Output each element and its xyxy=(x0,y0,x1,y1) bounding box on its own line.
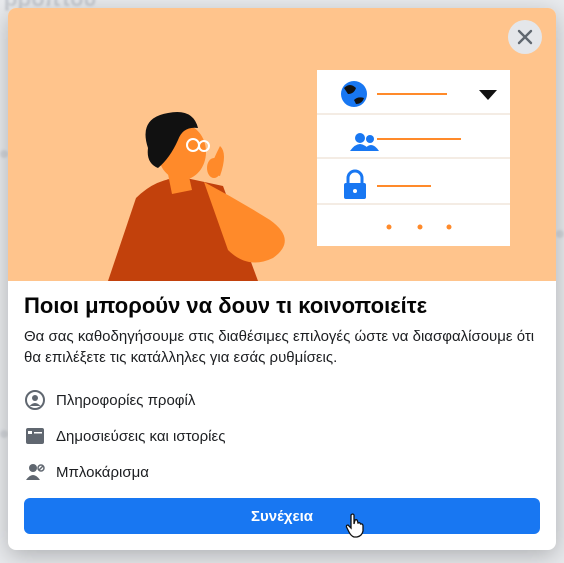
person-illustration xyxy=(108,112,285,281)
profile-icon xyxy=(24,389,46,411)
blocking-icon xyxy=(24,461,46,483)
background-fragment xyxy=(556,230,564,238)
dialog-title: Ποιοι μπορούν να δουν τι κοινοποιείτε xyxy=(24,293,428,318)
close-button[interactable] xyxy=(508,20,542,54)
feature-label: Δημοσιεύσεις και ιστορίες xyxy=(56,427,226,445)
feature-profile-info: Πληροφορίες προφίλ xyxy=(24,382,544,418)
close-icon xyxy=(517,29,533,45)
feature-blocking: Μπλοκάρισμα xyxy=(24,454,544,490)
feature-label: Πληροφορίες προφίλ xyxy=(56,391,196,409)
background-fragment xyxy=(0,150,8,158)
dialog-content: Ποιοι μπορούν να δουν τι κοινοποιείτε Θα… xyxy=(24,292,544,490)
feature-list: Πληροφορίες προφίλ Δημοσιεύσεις και ιστο… xyxy=(24,382,544,490)
dialog-description: Θα σας καθοδηγήσουμε στις διαθέσιμες επι… xyxy=(24,328,535,366)
background-fragment xyxy=(0,430,8,438)
feature-posts-stories: Δημοσιεύσεις και ιστορίες xyxy=(24,418,544,454)
privacy-checkup-dialog: Ποιοι μπορούν να δουν τι κοινοποιείτε Θα… xyxy=(8,8,556,550)
hero-illustration xyxy=(8,8,556,281)
privacy-illustration xyxy=(108,70,510,281)
globe-icon xyxy=(341,81,367,107)
posts-stories-icon xyxy=(24,425,46,447)
hand-cursor-icon xyxy=(345,513,364,538)
continue-button[interactable]: Συνέχεια xyxy=(24,498,540,534)
feature-label: Μπλοκάρισμα xyxy=(56,463,149,481)
